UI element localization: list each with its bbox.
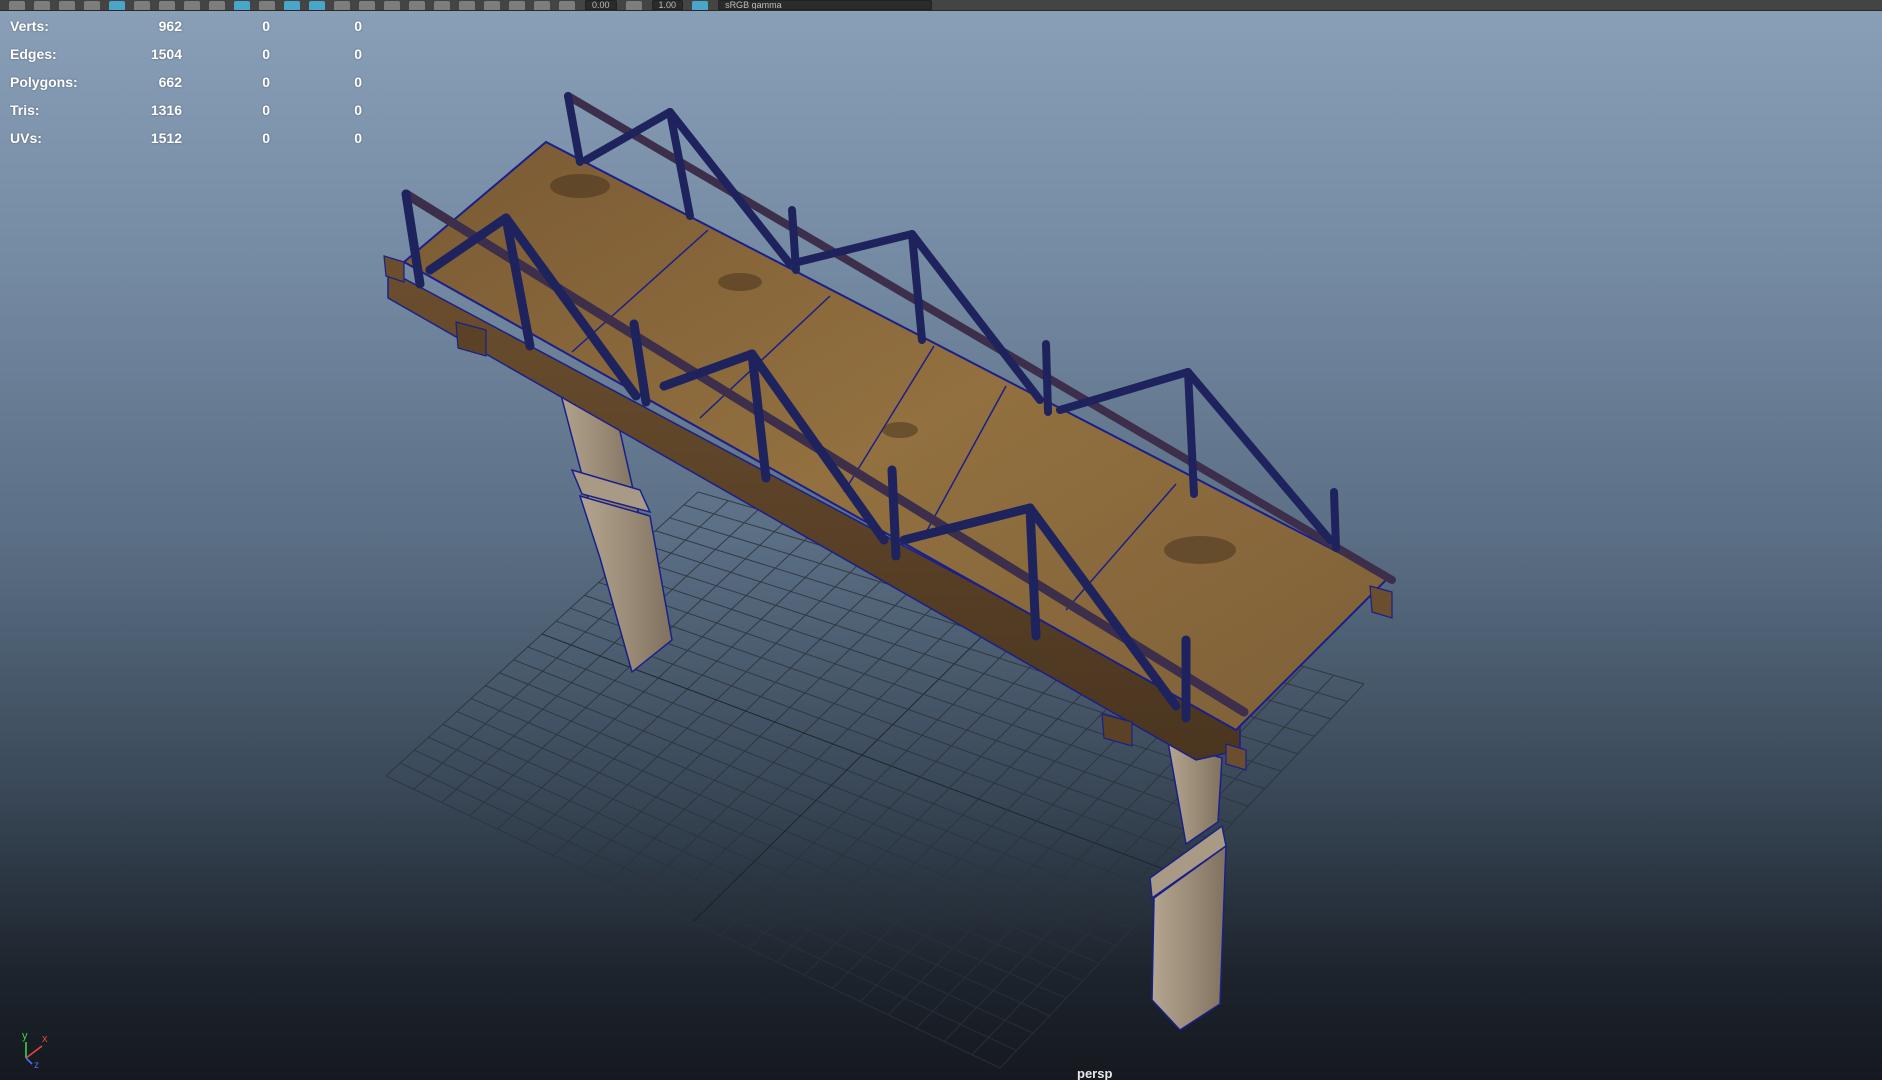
- hud-value-selected: 0: [262, 74, 270, 90]
- z-axis-label: z: [34, 1060, 39, 1068]
- hud-row: Verts: 962 0 0: [10, 12, 362, 40]
- hud-value-selected: 0: [262, 130, 270, 146]
- hud-row: UVs: 1512 0 0: [10, 124, 362, 152]
- xray-icon[interactable]: [484, 1, 500, 10]
- textured-icon[interactable]: [284, 1, 300, 10]
- x-axis-line: [25, 1045, 43, 1059]
- hud-value-other: 0: [354, 130, 362, 146]
- bookmarks-icon[interactable]: [59, 1, 75, 10]
- wireframe-on-shaded-icon[interactable]: [259, 1, 275, 10]
- xray-components-icon[interactable]: [534, 1, 550, 10]
- hud-value-other: 0: [354, 102, 362, 118]
- hud-value-total: 1504: [150, 46, 182, 62]
- isolate-select-icon[interactable]: [459, 1, 475, 10]
- hud-label: UVs:: [10, 130, 42, 146]
- hud-label: Verts:: [10, 18, 49, 34]
- image-plane-icon[interactable]: [84, 1, 100, 10]
- hud-value-total: 1512: [150, 130, 182, 146]
- axis-gizmo: y x z: [22, 1030, 48, 1068]
- right-pillar: [1149, 740, 1227, 1031]
- hud-label: Tris:: [10, 102, 40, 118]
- film-gate-icon[interactable]: [134, 1, 150, 10]
- anti-aliasing-icon[interactable]: [409, 1, 425, 10]
- y-axis-label: y: [22, 1030, 28, 1042]
- poly-count-hud: Verts: 962 0 0 Edges: 1504 0 0 Polygons: 662 0 0 Tri…: [10, 12, 362, 152]
- viewport-toolbar: 0.00 1.00 sRGB gamma: [0, 0, 1882, 11]
- hud-value-total: 662: [158, 74, 182, 90]
- hud-value-selected: 0: [262, 18, 270, 34]
- gamma-field[interactable]: 1.00: [651, 0, 684, 10]
- color-management-icon[interactable]: [692, 1, 709, 10]
- hud-value-selected: 0: [262, 46, 270, 62]
- hud-label: Polygons:: [10, 74, 78, 90]
- grid-toggle-icon[interactable]: [109, 1, 125, 10]
- camera-attributes-icon[interactable]: [34, 1, 50, 10]
- smooth-shade-icon[interactable]: [234, 1, 250, 10]
- wireframe-icon[interactable]: [209, 1, 225, 10]
- z-axis-line: [25, 1057, 33, 1065]
- maya-viewport[interactable]: 0.00 1.00 sRGB gamma Verts: 962 0 0 Edge…: [0, 0, 1882, 1080]
- camera-select-icon[interactable]: [9, 1, 25, 10]
- screen-space-ao-icon[interactable]: [359, 1, 375, 10]
- hud-value-total: 1316: [150, 102, 182, 118]
- resolution-gate-icon[interactable]: [159, 1, 175, 10]
- xray-joints-icon[interactable]: [509, 1, 525, 10]
- hud-value-selected: 0: [262, 102, 270, 118]
- exposure-field[interactable]: 0.00: [585, 0, 617, 10]
- use-lights-icon[interactable]: [309, 1, 325, 10]
- shadows-icon[interactable]: [334, 1, 350, 10]
- hud-row: Polygons: 662 0 0: [10, 68, 362, 96]
- camera-name-label: persp: [1077, 1066, 1113, 1080]
- hud-value-other: 0: [354, 46, 362, 62]
- hud-value-other: 0: [354, 18, 362, 34]
- hud-value-total: 962: [158, 18, 182, 34]
- hud-row: Edges: 1504 0 0: [10, 40, 362, 68]
- hud-row: Tris: 1316 0 0: [10, 96, 362, 124]
- motion-blur-icon[interactable]: [384, 1, 400, 10]
- view-transform-field[interactable]: sRGB gamma: [718, 0, 933, 10]
- x-axis-label: x: [42, 1033, 48, 1045]
- gamma-icon[interactable]: [625, 1, 642, 10]
- gate-mask-icon[interactable]: [184, 1, 200, 10]
- depth-of-field-icon[interactable]: [434, 1, 450, 10]
- hud-value-other: 0: [354, 74, 362, 90]
- hud-label: Edges:: [10, 46, 57, 62]
- scene-3d[interactable]: [0, 0, 1882, 1080]
- exposure-icon[interactable]: [559, 1, 575, 10]
